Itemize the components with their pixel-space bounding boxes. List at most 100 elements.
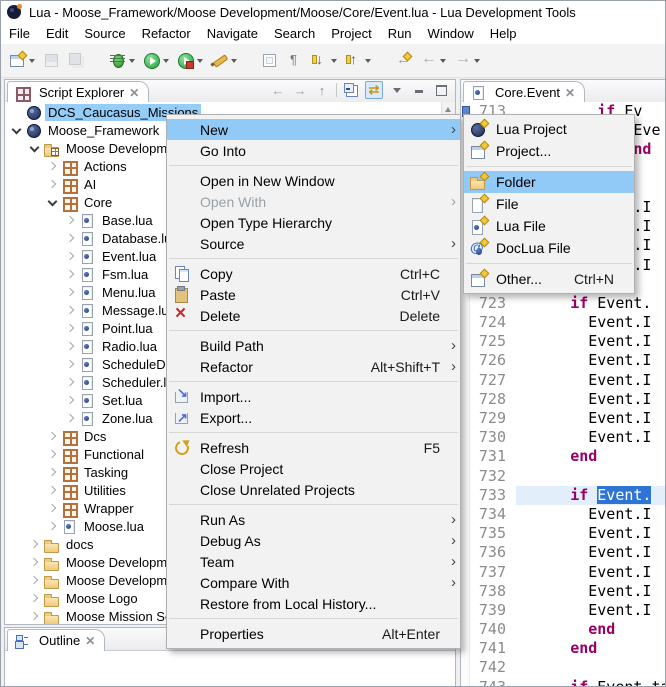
menu-item-team[interactable]: Team› — [167, 551, 460, 572]
expander-expanded-icon[interactable] — [11, 125, 21, 135]
run-button[interactable] — [139, 48, 173, 74]
code-line-726[interactable]: 726 Event.I — [470, 351, 666, 370]
code-line-742[interactable]: 742 — [470, 658, 666, 677]
expander-collapsed-icon[interactable] — [65, 323, 75, 333]
menu-item-project[interactable]: Project... — [464, 140, 634, 162]
expander-collapsed-icon[interactable] — [47, 503, 57, 513]
menubar-item-search[interactable]: Search — [266, 23, 323, 44]
code-line-724[interactable]: 724 Event.I — [470, 313, 666, 332]
menu-item-doclua-file[interactable]: DocLua File — [464, 237, 634, 259]
menu-item-open-in-new-window[interactable]: Open in New Window — [167, 170, 460, 191]
menu-item-import[interactable]: Import... — [167, 386, 460, 407]
menubar-item-refactor[interactable]: Refactor — [134, 23, 199, 44]
close-icon[interactable]: ✕ — [85, 635, 95, 647]
menu-item-source[interactable]: Source› — [167, 233, 460, 254]
menubar-item-file[interactable]: File — [1, 23, 38, 44]
code-line-723[interactable]: 723 if Event. — [470, 294, 666, 313]
menu-item-delete[interactable]: DeleteDelete — [167, 305, 460, 326]
menubar-item-project[interactable]: Project — [323, 23, 379, 44]
expander-collapsed-icon[interactable] — [65, 413, 75, 423]
code-line-732[interactable]: 732 — [470, 467, 666, 486]
expander-collapsed-icon[interactable] — [47, 521, 57, 531]
menubar-item-help[interactable]: Help — [482, 23, 525, 44]
code-line-728[interactable]: 728 Event.I — [470, 390, 666, 409]
expander-collapsed-icon[interactable] — [65, 233, 75, 243]
menu-item-close-project[interactable]: Close Project — [167, 458, 460, 479]
menu-item-open-with[interactable]: Open With› — [167, 191, 460, 212]
code-line-737[interactable]: 737 Event.I — [470, 563, 666, 582]
menu-item-properties[interactable]: PropertiesAlt+Enter — [167, 623, 460, 644]
expander-collapsed-icon[interactable] — [65, 269, 75, 279]
close-icon[interactable]: ✕ — [129, 87, 139, 99]
menu-item-debug-as[interactable]: Debug As› — [167, 530, 460, 551]
mark-occurrences-button[interactable] — [257, 48, 282, 74]
collapse-all-icon[interactable] — [343, 82, 359, 98]
menu-item-run-as[interactable]: Run As› — [167, 509, 460, 530]
menu-item-go-into[interactable]: Go Into — [167, 140, 460, 161]
code-line-729[interactable]: 729 Event.I — [470, 409, 666, 428]
expander-collapsed-icon[interactable] — [65, 305, 75, 315]
code-line-736[interactable]: 736 Event.I — [470, 543, 666, 562]
menu-item-paste[interactable]: PasteCtrl+V — [167, 284, 460, 305]
menu-item-new[interactable]: New› — [167, 119, 460, 140]
menubar-item-navigate[interactable]: Navigate — [199, 23, 266, 44]
marker-pen-button[interactable] — [207, 48, 241, 74]
menu-item-compare-with[interactable]: Compare With› — [167, 572, 460, 593]
code-line-741[interactable]: 741 end — [470, 639, 666, 658]
expander-collapsed-icon[interactable] — [47, 179, 57, 189]
menubar-item-run[interactable]: Run — [380, 23, 420, 44]
code-line-731[interactable]: 731 end — [470, 447, 666, 466]
menu-item-restore-from-local-history[interactable]: Restore from Local History... — [167, 593, 460, 614]
external-tools-button[interactable] — [173, 48, 207, 74]
forward-dropdown-icon[interactable] — [474, 59, 480, 63]
next-annotation-dropdown-icon[interactable] — [331, 59, 337, 63]
menubar-item-source[interactable]: Source — [76, 23, 133, 44]
expander-expanded-icon[interactable] — [47, 197, 57, 207]
expander-collapsed-icon[interactable] — [29, 575, 39, 585]
menu-item-lua-project[interactable]: Lua Project — [464, 118, 634, 140]
menu-item-close-unrelated-projects[interactable]: Close Unrelated Projects — [167, 479, 460, 500]
tab-script-explorer[interactable]: Script Explorer ✕ — [7, 81, 149, 103]
code-line-743[interactable]: 743 if Event.ta — [470, 678, 666, 686]
previous-annotation-dropdown-icon[interactable] — [365, 59, 371, 63]
expander-collapsed-icon[interactable] — [29, 611, 39, 621]
menu-item-file[interactable]: File — [464, 193, 634, 215]
code-line-739[interactable]: 739 Event.I — [470, 601, 666, 620]
expander-collapsed-icon[interactable] — [65, 377, 75, 387]
back-icon[interactable]: ← — [270, 82, 286, 98]
menu-item-lua-file[interactable]: Lua File — [464, 215, 634, 237]
expander-collapsed-icon[interactable] — [29, 557, 39, 567]
up-icon[interactable]: ↑ — [314, 82, 330, 98]
menu-item-other[interactable]: Other...Ctrl+N — [464, 268, 634, 290]
menu-item-refresh[interactable]: RefreshF5 — [167, 437, 460, 458]
tab-core-event[interactable]: Core.Event ✕ — [463, 81, 585, 103]
debug-button[interactable] — [105, 48, 139, 74]
external-tools-dropdown-icon[interactable] — [197, 59, 203, 63]
menubar-item-edit[interactable]: Edit — [38, 23, 76, 44]
debug-dropdown-icon[interactable] — [129, 59, 135, 63]
menu-item-build-path[interactable]: Build Path› — [167, 335, 460, 356]
expander-collapsed-icon[interactable] — [65, 287, 75, 297]
menu-item-export[interactable]: Export... — [167, 407, 460, 428]
show-whitespace-button[interactable] — [282, 48, 307, 74]
view-menu-icon[interactable] — [389, 82, 405, 98]
forward-icon[interactable]: → — [292, 82, 308, 98]
code-line-727[interactable]: 727 Event.I — [470, 371, 666, 390]
next-annotation-button[interactable] — [307, 48, 341, 74]
last-edit-location-button[interactable] — [391, 48, 416, 74]
menubar-item-window[interactable]: Window — [420, 23, 482, 44]
maximize-icon[interactable] — [433, 82, 449, 98]
menu-item-folder[interactable]: Folder — [464, 171, 634, 193]
expander-collapsed-icon[interactable] — [65, 215, 75, 225]
expander-collapsed-icon[interactable] — [47, 485, 57, 495]
expander-collapsed-icon[interactable] — [65, 359, 75, 369]
tab-outline[interactable]: Outline ✕ — [7, 629, 105, 651]
previous-annotation-button[interactable] — [341, 48, 375, 74]
menu-item-refactor[interactable]: RefactorAlt+Shift+T› — [167, 356, 460, 377]
expander-collapsed-icon[interactable] — [47, 431, 57, 441]
code-line-735[interactable]: 735 Event.I — [470, 524, 666, 543]
code-line-738[interactable]: 738 Event.I — [470, 582, 666, 601]
code-line-740[interactable]: 740 end — [470, 620, 666, 639]
expander-expanded-icon[interactable] — [29, 143, 39, 153]
run-dropdown-icon[interactable] — [163, 59, 169, 63]
